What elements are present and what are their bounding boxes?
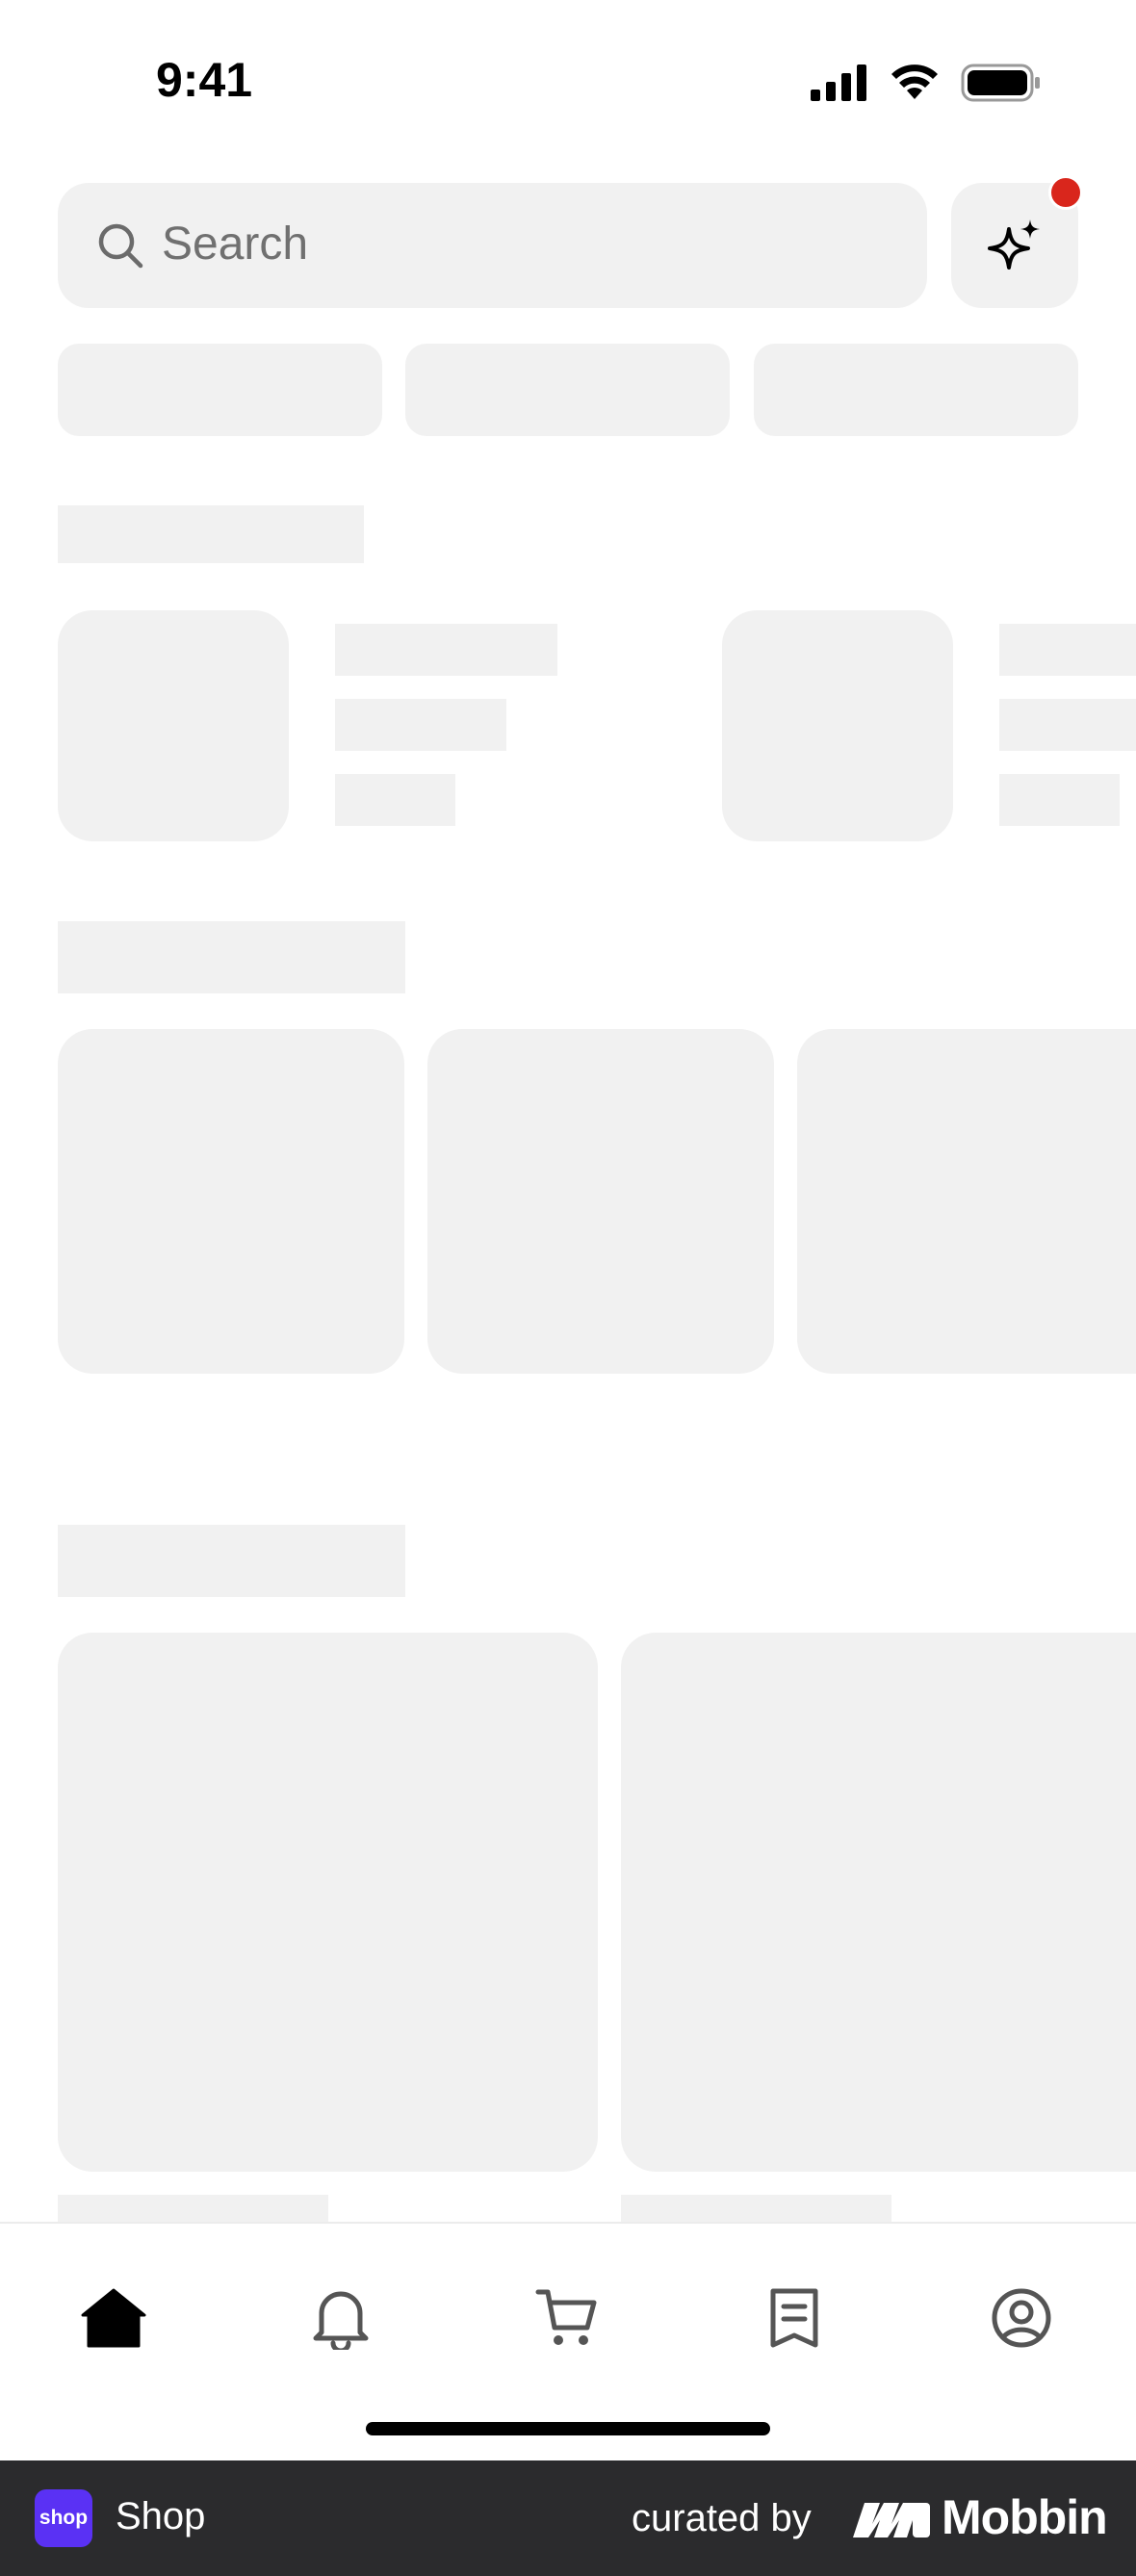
- status-bar: 9:41: [0, 0, 1136, 144]
- section-title-skeleton: [58, 921, 405, 993]
- chip-skeleton: [754, 344, 1078, 436]
- status-icons: [811, 64, 1042, 102]
- search-input[interactable]: Search: [162, 218, 308, 270]
- account-icon: [992, 2288, 1051, 2348]
- home-indicator: [366, 2422, 770, 2435]
- text-line-skeleton: [621, 2195, 891, 2224]
- chip-skeleton: [58, 344, 382, 436]
- text-line-skeleton: [999, 624, 1136, 676]
- home-icon: [81, 2288, 146, 2348]
- shop-app-logo: shop: [35, 2489, 92, 2547]
- status-time: 9:41: [156, 53, 253, 107]
- store-logo-skeleton: [58, 610, 289, 841]
- text-line-skeleton: [999, 774, 1120, 826]
- product-card-skeleton: [797, 1029, 1136, 1374]
- cart-icon: [535, 2289, 597, 2345]
- curated-by-label: curated by: [632, 2497, 812, 2539]
- receipt-icon: [770, 2288, 818, 2348]
- text-line-skeleton: [335, 699, 506, 751]
- large-card-skeleton: [58, 1633, 598, 2172]
- text-line-skeleton: [335, 774, 455, 826]
- large-card-skeleton: [621, 1633, 1136, 2172]
- tab-account[interactable]: [983, 2280, 1060, 2357]
- sparkle-icon: [988, 219, 1040, 270]
- footer-bar: shop Shop curated by Mobbin: [0, 2460, 1136, 2576]
- search-bar[interactable]: Search: [58, 183, 927, 308]
- battery-icon: [961, 64, 1040, 102]
- tab-orders[interactable]: [756, 2280, 833, 2357]
- tab-cart[interactable]: [529, 2280, 606, 2357]
- mobbin-logo-icon: [853, 2503, 930, 2537]
- mobbin-brand-label: Mobbin: [942, 2490, 1108, 2544]
- product-card-skeleton: [427, 1029, 774, 1374]
- app-name: Shop: [116, 2495, 206, 2537]
- text-line-skeleton: [999, 699, 1136, 751]
- search-icon: [98, 223, 143, 269]
- store-logo-skeleton: [722, 610, 953, 841]
- home-screen: 9:41 Search shop Shop curated by Mobbin: [0, 0, 1136, 2576]
- tab-notifications[interactable]: [302, 2280, 379, 2357]
- wifi-icon: [891, 64, 938, 99]
- tab-home[interactable]: [75, 2280, 152, 2357]
- section-title-skeleton: [58, 1525, 405, 1597]
- chip-skeleton: [405, 344, 730, 436]
- text-line-skeleton: [58, 2195, 328, 2224]
- product-card-skeleton: [58, 1029, 404, 1374]
- bell-icon: [313, 2291, 369, 2350]
- cellular-signal-icon: [811, 64, 866, 101]
- section-title-skeleton: [58, 505, 364, 563]
- notification-dot: [1048, 175, 1083, 210]
- text-line-skeleton: [335, 624, 557, 676]
